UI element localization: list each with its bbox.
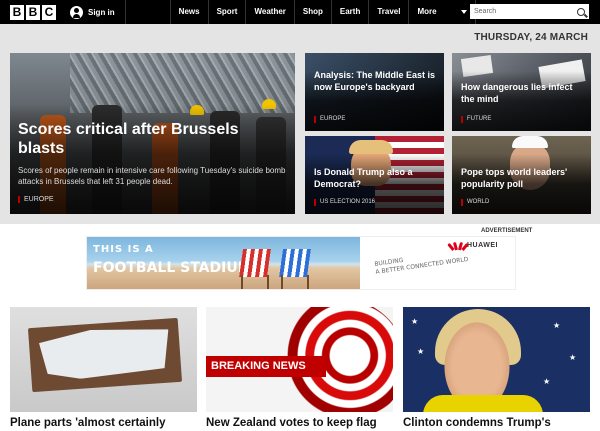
- portrait-jacket: [423, 395, 543, 412]
- hero-section-tag[interactable]: EUROPE: [18, 196, 54, 203]
- nav-item-earth[interactable]: Earth: [330, 0, 368, 24]
- user-icon: [70, 5, 83, 19]
- tile-image-hair: [349, 140, 393, 154]
- card-image: BREAKING NEWS: [206, 307, 393, 412]
- plane-debris-image: [27, 317, 183, 393]
- logo-letter-b1: B: [10, 4, 24, 20]
- nav-item-travel[interactable]: Travel: [368, 0, 408, 24]
- tile-headline[interactable]: Is Donald Trump also a Democrat?: [314, 166, 439, 190]
- tile-section-tag[interactable]: US ELECTION 2016: [314, 199, 375, 206]
- star-icon: ★: [417, 347, 425, 356]
- tile-headline[interactable]: How dangerous lies infect the mind: [461, 81, 586, 105]
- sign-in-link[interactable]: Sign in: [70, 0, 126, 24]
- tile-image-cap: [512, 136, 548, 148]
- tile-headline[interactable]: Pope tops world leaders' popularity poll: [461, 166, 586, 190]
- advertisement-label: ADVERTISEMENT: [481, 228, 533, 234]
- card-headline[interactable]: New Zealand votes to keep flag: [206, 416, 393, 430]
- bbc-logo[interactable]: B B C: [10, 4, 56, 20]
- page-date: THURSDAY, 24 MARCH: [474, 32, 588, 43]
- search-input[interactable]: Search: [470, 4, 589, 19]
- story-card-clinton[interactable]: ★ ★ ★ ★ ★ Clinton condemns Trump's: [403, 307, 590, 430]
- huawei-brand-label: HUAWEI: [467, 242, 498, 249]
- hero-headline[interactable]: Scores critical after Brussels blasts: [18, 120, 258, 158]
- ad-headline-line-1: THIS IS A: [93, 244, 154, 255]
- nav-item-sport[interactable]: Sport: [207, 0, 246, 24]
- main-nav: News Sport Weather Shop Earth Travel Mor…: [169, 0, 477, 24]
- nav-item-shop[interactable]: Shop: [293, 0, 331, 24]
- hero-summary: Scores of people remain in intensive car…: [18, 166, 286, 186]
- story-tile-trump-democrat[interactable]: Is Donald Trump also a Democrat? US ELEC…: [305, 136, 444, 214]
- breaking-news-badge: BREAKING NEWS: [206, 356, 326, 377]
- portrait-face: [439, 315, 515, 401]
- story-tile-middle-east[interactable]: Analysis: The Middle East is now Europe'…: [305, 53, 444, 131]
- nav-item-news[interactable]: News: [169, 0, 208, 24]
- huawei-petal-icon: [447, 241, 469, 251]
- star-icon: ★: [543, 377, 551, 386]
- chevron-down-icon: [461, 10, 468, 14]
- tile-section-tag[interactable]: WORLD: [461, 199, 489, 206]
- ad-slogan: BUILDING A BETTER CONNECTED WORLD: [374, 248, 469, 277]
- star-icon: ★: [569, 353, 577, 362]
- star-icon: ★: [411, 317, 419, 326]
- card-image: [10, 307, 197, 412]
- story-card-plane-parts[interactable]: Plane parts 'almost certainly: [10, 307, 197, 430]
- tile-section-tag[interactable]: EUROPE: [314, 116, 345, 123]
- star-icon: ★: [553, 321, 561, 330]
- logo-letter-c: C: [42, 4, 56, 20]
- ad-headline-line-2: FOOTBALL STADIUM: [93, 260, 252, 276]
- ad-deckchair-blue: [277, 249, 313, 289]
- card-image: ★ ★ ★ ★ ★: [403, 307, 590, 412]
- nav-item-more[interactable]: More: [408, 0, 477, 24]
- story-card-nz-flag[interactable]: BREAKING NEWS New Zealand votes to keep …: [206, 307, 393, 430]
- huawei-logo[interactable]: HUAWEI: [447, 241, 498, 251]
- tile-headline[interactable]: Analysis: The Middle East is now Europe'…: [314, 69, 439, 93]
- card-headline[interactable]: Plane parts 'almost certainly: [10, 416, 197, 430]
- more-label: More: [417, 7, 437, 16]
- logo-letter-b2: B: [26, 4, 40, 20]
- nav-item-weather[interactable]: Weather: [245, 0, 293, 24]
- story-tile-dangerous-lies[interactable]: How dangerous lies infect the mind FUTUR…: [452, 53, 591, 131]
- story-tile-pope-poll[interactable]: Pope tops world leaders' popularity poll…: [452, 136, 591, 214]
- sign-in-label: Sign in: [88, 7, 115, 17]
- card-headline[interactable]: Clinton condemns Trump's: [403, 416, 590, 430]
- hero-story[interactable]: Scores critical after Brussels blasts Sc…: [10, 53, 295, 214]
- ad-deckchair-red: [237, 249, 273, 289]
- search-placeholder: Search: [474, 8, 497, 15]
- tile-section-tag[interactable]: FUTURE: [461, 116, 491, 123]
- top-navigation-bar: B B C Sign in News Sport Weather Shop Ea…: [0, 0, 600, 24]
- search-icon[interactable]: [577, 7, 585, 16]
